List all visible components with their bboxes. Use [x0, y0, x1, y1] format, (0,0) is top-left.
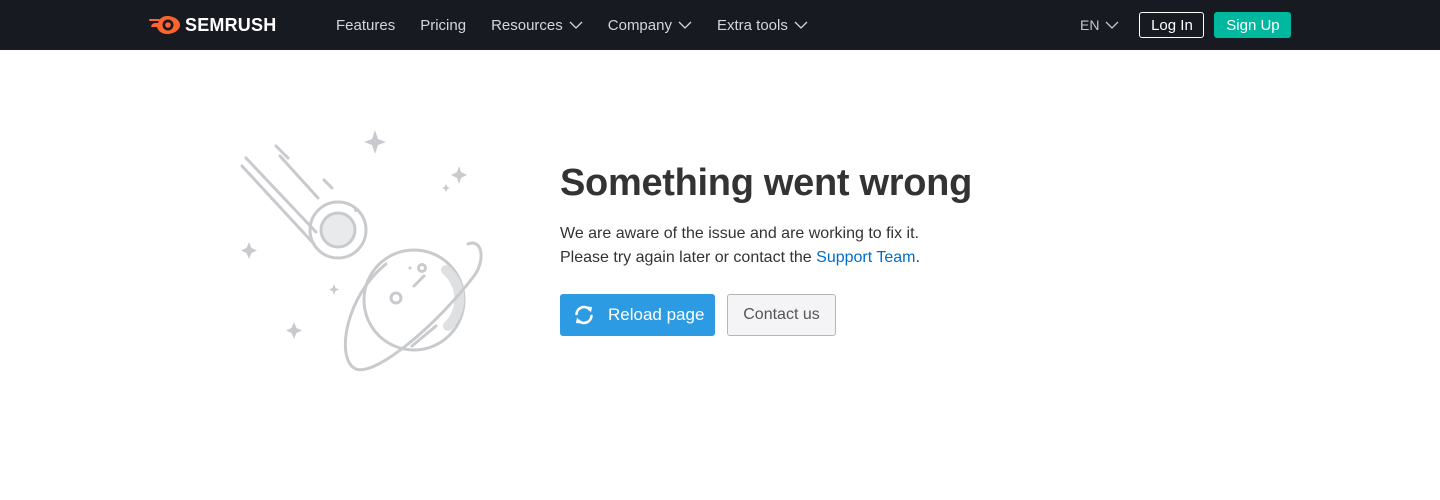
semrush-logo[interactable]: SEMRUSH: [149, 13, 276, 37]
error-actions: Reload page Contact us: [560, 294, 1160, 336]
semrush-fire-icon: [149, 16, 180, 34]
nav-item-resources[interactable]: Resources: [491, 17, 583, 34]
nav-item-features[interactable]: Features: [336, 17, 395, 34]
refresh-icon: [575, 305, 593, 325]
nav-item-label: Resources: [491, 16, 563, 34]
contact-us-button[interactable]: Contact us: [727, 294, 836, 336]
nav-item-pricing[interactable]: Pricing: [420, 17, 466, 34]
language-label: EN: [1080, 17, 1100, 33]
error-description: We are aware of the issue and are workin…: [560, 222, 1160, 270]
chevron-down-icon: [569, 21, 583, 29]
account-nav: EN Log In Sign Up: [1080, 12, 1292, 38]
nav-item-label: Extra tools: [716, 16, 788, 34]
top-navigation-bar: SEMRUSH Features Pricing Resources Compa…: [0, 0, 1440, 50]
meteor-planet-illustration: [240, 130, 483, 372]
support-team-link[interactable]: Support Team: [816, 249, 915, 266]
nav-item-extra-tools[interactable]: Extra tools: [717, 17, 808, 34]
error-line-2-suffix: .: [915, 249, 920, 266]
error-line-1: We are aware of the issue and are workin…: [560, 225, 919, 242]
signup-button[interactable]: Sign Up: [1214, 12, 1292, 38]
reload-page-button[interactable]: Reload page: [560, 294, 715, 336]
main-nav: Features Pricing Resources Company Extra…: [336, 0, 833, 50]
chevron-down-icon: [794, 21, 808, 29]
nav-item-label: Features: [336, 16, 396, 34]
nav-item-label: Company: [607, 16, 672, 34]
error-title: Something went wrong: [560, 162, 972, 204]
chevron-down-icon: [1105, 21, 1119, 29]
error-content: Something went wrong We are aware of the…: [560, 160, 1160, 336]
chevron-down-icon: [678, 21, 692, 29]
language-selector[interactable]: EN: [1080, 17, 1119, 33]
nav-item-label: Pricing: [420, 16, 467, 34]
error-line-2-prefix: Please try again later or contact the: [560, 249, 817, 266]
nav-item-company[interactable]: Company: [608, 17, 692, 34]
logo-wordmark: SEMRUSH: [185, 14, 277, 35]
reload-page-label: Reload page: [608, 305, 705, 324]
login-button[interactable]: Log In: [1139, 12, 1205, 38]
